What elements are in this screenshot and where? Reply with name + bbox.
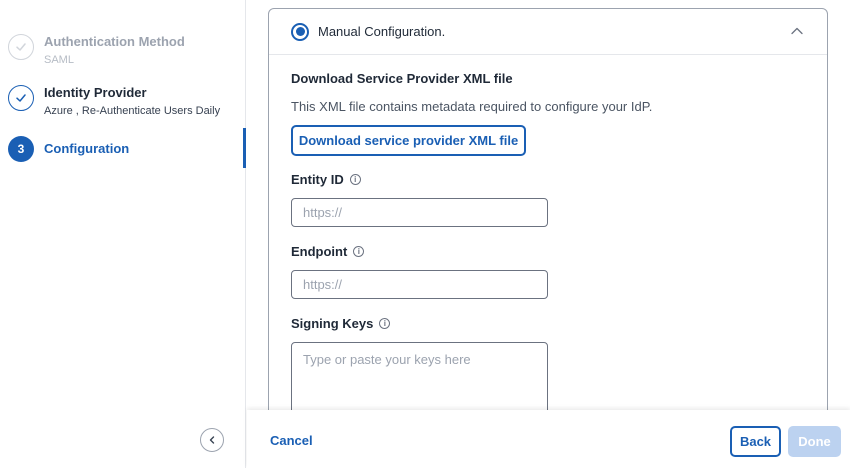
back-button[interactable]: Back (730, 426, 781, 457)
download-description: This XML file contains metadata required… (291, 99, 653, 114)
step-subtitle: SAML (44, 54, 74, 66)
radio-selected-dot (295, 27, 305, 36)
signing-keys-label: Signing Keys i (291, 316, 391, 331)
step-configuration[interactable]: 3 Configuration (8, 136, 129, 162)
footer-action-bar: Cancel Back Done (247, 410, 850, 468)
signing-keys-label-text: Signing Keys (291, 316, 374, 331)
step-completed-circle (8, 34, 34, 60)
entity-id-input[interactable] (291, 198, 548, 227)
endpoint-input[interactable] (291, 270, 548, 299)
step-number-badge: 3 (8, 136, 34, 162)
entity-id-label: Entity ID i (291, 172, 361, 187)
manual-configuration-panel: Manual Configuration. Download Service P… (268, 8, 828, 428)
info-icon[interactable]: i (349, 174, 361, 185)
step-title: Identity Provider (44, 85, 147, 100)
step-title: Authentication Method (44, 34, 185, 49)
active-step-indicator (243, 128, 246, 168)
step-title: Configuration (44, 141, 130, 156)
info-icon[interactable]: i (379, 318, 391, 329)
collapse-sidebar-button[interactable] (200, 428, 224, 452)
done-button[interactable]: Done (788, 426, 841, 457)
download-xml-button[interactable]: Download service provider XML file (291, 125, 526, 156)
manual-configuration-radio[interactable] (291, 22, 309, 41)
step-subtitle: Azure , Re-Authenticate Users Daily (44, 105, 221, 117)
info-icon[interactable]: i (353, 246, 365, 257)
step-authentication-method[interactable]: Authentication Method SAML (8, 34, 185, 67)
chevron-left-icon (209, 436, 215, 444)
sidebar-stepper: Authentication Method SAML Identity Prov… (0, 0, 246, 468)
chevron-up-icon[interactable] (789, 23, 805, 39)
checkmark-icon (16, 43, 26, 51)
checkmark-icon (16, 94, 26, 102)
endpoint-label-text: Endpoint (291, 244, 348, 259)
manual-configuration-label: Manual Configuration. (318, 24, 446, 39)
download-section-title: Download Service Provider XML file (291, 71, 513, 86)
step-completed-circle (8, 85, 34, 111)
app: Authentication Method SAML Identity Prov… (0, 0, 850, 468)
endpoint-label: Endpoint i (291, 244, 365, 259)
step-identity-provider[interactable]: Identity Provider Azure , Re-Authenticat… (8, 85, 220, 118)
cancel-button[interactable]: Cancel (270, 433, 313, 448)
accordion-header[interactable]: Manual Configuration. (269, 9, 827, 55)
entity-id-label-text: Entity ID (291, 172, 344, 187)
